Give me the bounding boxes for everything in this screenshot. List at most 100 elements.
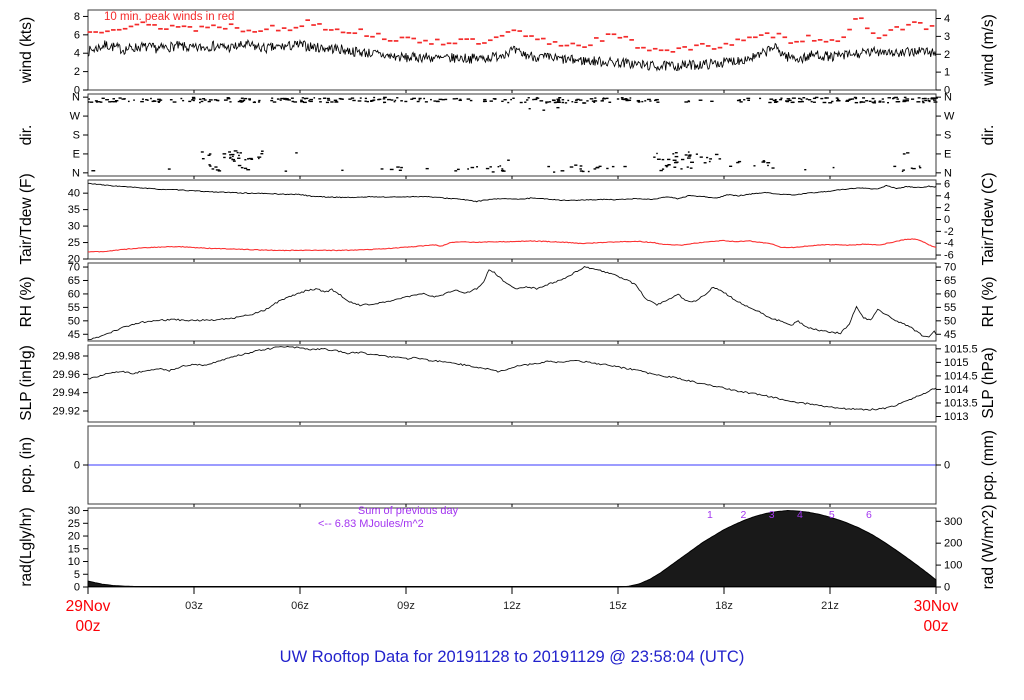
tick-label: 29.96 [52, 369, 80, 381]
tick-label: 50 [944, 315, 956, 327]
end-date-hour: 00z [923, 618, 949, 635]
start-date-hour: 00z [75, 618, 101, 635]
wind-trace [87, 38, 937, 72]
tick-label: S [944, 130, 951, 142]
tick-label: 4 [74, 48, 80, 60]
relative-humidity-trace [87, 265, 937, 341]
start-date-day: 29Nov [65, 598, 111, 615]
radiation-left-axis-title: rad(Lgly/hr) [18, 507, 35, 587]
x-axis-tick-label: 21z [821, 600, 839, 612]
tick-label: 1 [944, 67, 950, 79]
wind-right-axis-title: wind (m/s) [980, 14, 997, 86]
tick-label: 29.98 [52, 351, 80, 363]
tick-label: 10 [68, 556, 80, 568]
tick-label: W [70, 111, 81, 123]
tick-label: 8 [74, 11, 80, 23]
radiation-hour-mark: 3 [769, 509, 775, 521]
direction-right-axis-title: dir. [980, 124, 997, 146]
tick-label: 1015.5 [944, 343, 978, 355]
tick-label: -2 [944, 226, 954, 238]
tick-label: 55 [944, 302, 956, 314]
radiation-hour-mark: 6 [866, 509, 872, 521]
temperature-right-axis-title: Tair/Tdew (C) [980, 172, 997, 266]
x-axis-tick-label: 18z [715, 600, 733, 612]
x-axis-tick-label: 12z [503, 600, 521, 612]
tick-label: 20 [68, 531, 80, 543]
tick-label: 30 [68, 505, 80, 517]
temperature-trace [88, 182, 937, 203]
tick-label: 70 [68, 262, 80, 274]
tick-label: 45 [944, 329, 956, 341]
tick-label: 60 [68, 288, 80, 300]
radiation-hour-mark: 5 [829, 509, 835, 521]
tick-label: 55 [68, 302, 80, 314]
tick-label: 15 [68, 543, 80, 555]
tick-label: 5 [74, 569, 80, 581]
tick-label: 1013.5 [944, 397, 978, 409]
tick-label: N [72, 92, 80, 104]
tick-label: N [944, 92, 952, 104]
tick-label: -6 [944, 250, 954, 262]
radiation-right-axis-title: rad (W/m^2) [980, 504, 997, 590]
temperature-trace [87, 238, 937, 253]
tick-label: 6 [74, 29, 80, 41]
tick-label: 200 [944, 538, 962, 550]
tick-label: 65 [68, 275, 80, 287]
tick-label: N [72, 167, 80, 179]
radiation-hour-mark: 1 [707, 509, 713, 521]
tick-label: 1014 [944, 384, 968, 396]
radiation-sum-line1: Sum of previous day [357, 505, 459, 517]
tick-label: 60 [944, 288, 956, 300]
tick-label: 70 [944, 262, 956, 274]
radiation-hour-mark: 4 [797, 509, 803, 521]
tick-label: 2 [74, 66, 80, 78]
tick-label: 1015 [944, 357, 968, 369]
end-date-day: 30Nov [913, 598, 959, 615]
pressure-right-axis-title: SLP (hPa) [980, 347, 997, 419]
x-axis-tick-label: 06z [291, 600, 309, 612]
tick-label: 1014.5 [944, 370, 978, 382]
tick-label: 0 [74, 582, 80, 594]
panel-relative-humidity: 455055606570455055606570 [68, 262, 956, 344]
x-axis-end-date: 30Nov 00z [891, 597, 981, 637]
tick-label: E [944, 148, 951, 160]
tick-label: 0 [944, 460, 950, 472]
peak-winds-note: 10 min. peak winds in red [104, 11, 235, 23]
precip-left-axis-title: pcp. (in) [18, 437, 35, 493]
tick-label: 4 [944, 190, 950, 202]
x-axis-tick-label: 03z [185, 600, 203, 612]
tick-label: -4 [944, 238, 954, 250]
panel-precipitation: 00 [74, 425, 950, 507]
tick-label: 35 [68, 204, 80, 216]
panel-temperature: 2025303540-6-4-20246 [68, 178, 954, 265]
tick-label: 65 [944, 275, 956, 287]
tick-label: W [944, 111, 955, 123]
tick-label: 29.94 [52, 387, 80, 399]
tick-label: 50 [68, 315, 80, 327]
sea-level-pressure-trace [87, 345, 937, 411]
tick-label: 30 [68, 221, 80, 233]
direction-left-axis-title: dir. [18, 124, 35, 146]
tick-label: E [73, 148, 80, 160]
tick-label: 3 [944, 31, 950, 43]
pressure-left-axis-title: SLP (inHg) [18, 345, 35, 421]
humidity-left-axis-title: RH (%) [18, 276, 35, 328]
humidity-right-axis-title: RH (%) [980, 276, 997, 328]
tick-label: 25 [68, 518, 80, 530]
tick-label: 25 [68, 237, 80, 249]
tick-label: 6 [944, 178, 950, 190]
tick-label: 29.92 [52, 406, 80, 418]
chart-canvas: 0246801234NESWNNESWN2025303540-6-4-20246… [52, 9, 978, 612]
x-axis-start-date: 29Nov 00z [43, 597, 133, 637]
x-axis-tick-label: 09z [397, 600, 415, 612]
tick-label: 2 [944, 49, 950, 61]
tick-label: 1013 [944, 411, 968, 423]
tick-label: 40 [68, 188, 80, 200]
temperature-left-axis-title: Tair/Tdew (F) [18, 173, 35, 265]
radiation-hour-mark: 2 [741, 509, 747, 521]
meteorogram-page: { "chart_data": { "type": "line", "subty… [0, 0, 1024, 700]
panel-sea-level-pressure: 29.92 29.94 29.96 29.98 1013 1013.51014 1014.5… [52, 343, 978, 425]
wind-left-axis-title: wind (kts) [18, 16, 35, 84]
precip-right-axis-title: pcp. (mm) [980, 430, 997, 500]
page-title: UW Rooftop Data for 20191128 to 20191129… [279, 648, 745, 666]
